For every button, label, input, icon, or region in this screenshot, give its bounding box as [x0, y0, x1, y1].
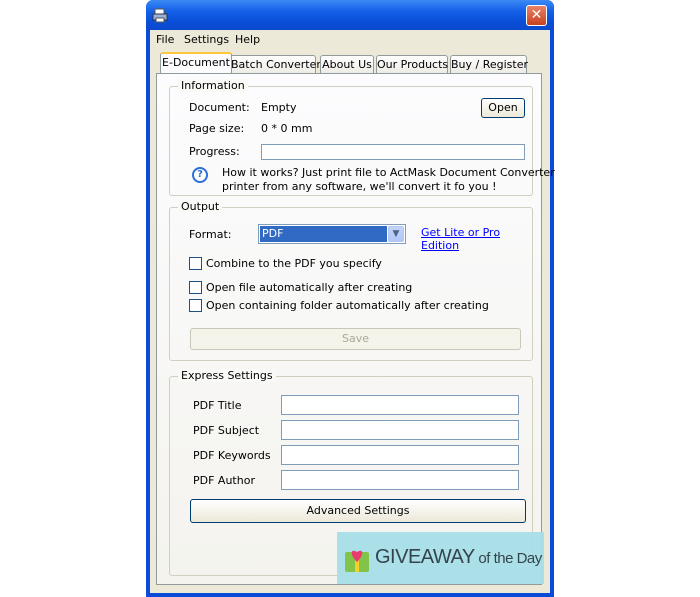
- page-size-value: 0 * 0 mm: [261, 122, 313, 135]
- progress-label: Progress:: [189, 145, 240, 158]
- tab-batch-converter[interactable]: Batch Converter: [230, 55, 321, 73]
- pdf-title-label: PDF Title: [193, 399, 242, 412]
- format-label: Format:: [189, 228, 232, 241]
- menu-file[interactable]: File: [156, 33, 174, 46]
- output-legend: Output: [178, 200, 223, 213]
- express-settings-legend: Express Settings: [178, 369, 276, 382]
- information-group: Information Document: Empty Page size: 0…: [169, 79, 555, 196]
- help-text-line1: How it works? Just print file to ActMask…: [222, 166, 555, 179]
- page-size-label: Page size:: [189, 122, 245, 135]
- pdf-author-label: PDF Author: [193, 474, 255, 487]
- help-text-line2: printer from any software, we'll convert…: [222, 180, 497, 193]
- chevron-down-icon[interactable]: ▼: [388, 226, 404, 242]
- tab-about-us[interactable]: About Us: [320, 55, 374, 73]
- giveaway-text: GIVEAWAY of the Day: [375, 546, 542, 569]
- giveaway-small-text: of the Day: [474, 550, 542, 567]
- help-icon: ?: [192, 167, 208, 183]
- open-folder-label: Open containing folder automatically aft…: [206, 299, 489, 312]
- giveaway-watermark: GIVEAWAY of the Day: [337, 532, 544, 584]
- menu-help[interactable]: Help: [235, 33, 260, 46]
- open-folder-checkbox[interactable]: [189, 299, 202, 312]
- title-bar[interactable]: ✕: [146, 0, 554, 30]
- gift-icon: [345, 550, 369, 572]
- app-window: ✕ File Settings Help Batch Converter Abo…: [146, 0, 555, 597]
- document-label: Document:: [189, 101, 250, 114]
- information-legend: Information: [178, 79, 248, 92]
- open-button[interactable]: Open: [481, 98, 525, 118]
- pdf-subject-label: PDF Subject: [193, 424, 260, 437]
- tab-panel-e-document: Information Document: Empty Page size: 0…: [156, 73, 555, 585]
- giveaway-main-text: GIVEAWAY: [375, 546, 475, 568]
- tab-e-document[interactable]: E-Document: [160, 52, 232, 73]
- close-icon: ✕: [530, 7, 543, 23]
- save-button[interactable]: Save: [190, 328, 521, 350]
- pdf-author-input[interactable]: [281, 470, 519, 490]
- pdf-subject-input[interactable]: [281, 420, 519, 440]
- printer-icon: [152, 8, 168, 23]
- client-area: File Settings Help Batch Converter About…: [150, 30, 555, 593]
- document-value: Empty: [261, 101, 297, 114]
- progress-bar: [261, 144, 525, 160]
- combine-checkbox[interactable]: [189, 257, 202, 270]
- output-group: Output Format: PDF ▼ Get Lite or Pro Edi…: [169, 200, 533, 361]
- combine-label: Combine to the PDF you specify: [206, 257, 382, 270]
- tab-our-products[interactable]: Our Products: [376, 55, 448, 73]
- tab-buy-register[interactable]: Buy / Register: [450, 55, 528, 73]
- advanced-settings-button[interactable]: Advanced Settings: [190, 499, 526, 523]
- format-select[interactable]: PDF ▼: [258, 224, 406, 244]
- menu-bar: File Settings Help: [150, 30, 550, 50]
- edition-link[interactable]: Get Lite or Pro Edition: [421, 226, 532, 252]
- menu-settings[interactable]: Settings: [184, 33, 229, 46]
- pdf-keywords-input[interactable]: [281, 445, 519, 465]
- open-file-label: Open file automatically after creating: [206, 281, 413, 294]
- open-file-checkbox[interactable]: [189, 281, 202, 294]
- close-button[interactable]: ✕: [526, 5, 547, 26]
- format-selected-value: PDF: [260, 226, 387, 242]
- pdf-title-input[interactable]: [281, 395, 519, 415]
- pdf-keywords-label: PDF Keywords: [193, 449, 271, 462]
